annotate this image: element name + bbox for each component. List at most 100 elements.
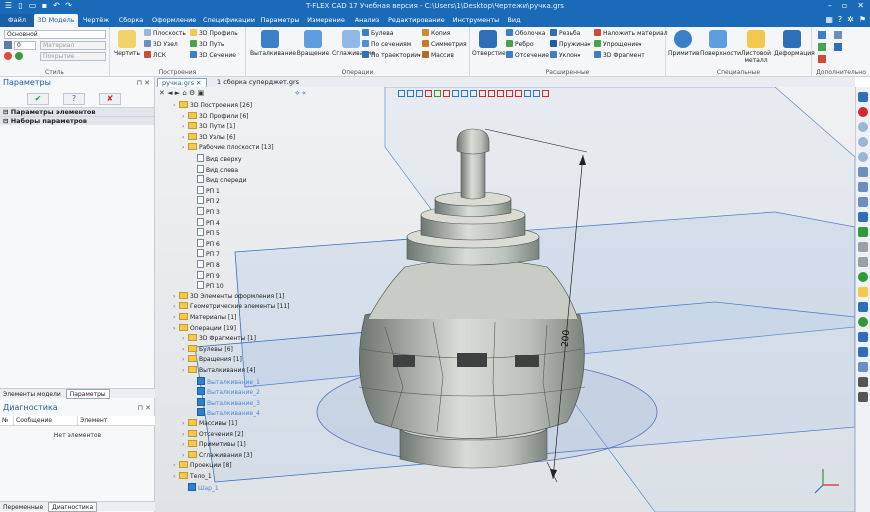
tree-item[interactable]: › Булевы [6] [182,344,233,355]
tree-item[interactable]: РП 1 [191,185,220,196]
lock-icon[interactable] [858,257,868,267]
select-icon[interactable] [542,90,549,97]
select-icon[interactable] [524,90,531,97]
window-icon[interactable] [858,347,868,357]
filter-icon[interactable] [416,90,423,97]
lcs-button[interactable]: ЛСК [144,51,166,61]
light-icon[interactable] [858,287,868,297]
tab-drawing[interactable]: Чертёж [82,14,110,27]
magnet-icon[interactable] [858,107,868,117]
tree-item[interactable]: РП 6 [191,238,220,249]
tree-item[interactable]: › 3D Пути [1] [182,122,235,132]
section-param-sets[interactable]: ⊟ Наборы параметров [0,116,154,125]
tab-variables[interactable]: Переменные [0,503,46,512]
rotate-button[interactable]: Вращение [296,30,330,57]
selection-filter-icon[interactable]: ⟡ « [295,89,306,97]
tree-item[interactable]: › Проекции [8] [173,461,232,471]
layers-icon[interactable] [858,362,868,372]
rotate-axis-icon[interactable] [858,197,868,207]
doc-tab[interactable]: 1 сборка суперджет.grs [213,78,303,87]
level-select[interactable]: 0 [14,41,36,50]
tree-item[interactable]: › Материалы [1] [173,313,236,323]
render-icon[interactable] [858,272,868,282]
tree-item[interactable]: › Примитивы [1] [182,440,246,450]
help-icon[interactable]: ? [838,15,842,24]
filter-icon[interactable] [425,90,432,97]
tree-item[interactable]: › Геометрические элементы [11] [173,302,290,312]
surfaces-button[interactable]: Поверхности [700,30,741,57]
tree-item[interactable]: Вид спереди [191,175,247,185]
minimize-icon[interactable]: – [828,1,832,10]
tree-item[interactable]: Выталкивание_3 [191,397,260,408]
zoom-window-icon[interactable] [858,152,868,162]
tree-item[interactable]: Вид слева [191,164,238,175]
select-icon[interactable] [470,90,477,97]
home-icon[interactable]: ⌂ [182,89,186,97]
forward-icon[interactable]: ► [175,89,180,97]
cut-button[interactable]: Отсечение [506,51,549,61]
sweep-button[interactable]: По траектории [362,51,421,61]
tab-parameters-panel[interactable]: Параметры [65,389,110,399]
hole-button[interactable]: Отверстие [472,30,506,57]
tree-item[interactable]: РП 2 [191,196,220,206]
sheet-metal-button[interactable]: Листовой металл [738,30,774,64]
tab-diagnostics[interactable]: Диагностика [48,502,98,512]
cancel-button[interactable]: ✘ [99,93,121,105]
extra-tool-icon[interactable] [818,55,826,63]
boolean-button[interactable]: Булева [362,29,393,39]
doc-tab-active[interactable]: ручка.grs ✕ [157,78,207,87]
3d-path-button[interactable]: 3D Путь [190,40,224,50]
extrude-button[interactable]: Выталкивание [250,30,296,57]
extra-tool-icon[interactable] [834,31,842,39]
symmetry-button[interactable]: Симметрия [422,40,467,50]
tree-item[interactable]: РП 3 [191,207,220,217]
tree-item[interactable]: РП 10 [191,281,224,291]
extra-tool-icon[interactable] [818,31,826,39]
filter-icon[interactable] [398,90,405,97]
section-view-icon[interactable] [858,242,868,252]
cross-icon[interactable] [443,90,450,97]
primitive-button[interactable]: Примитив [668,30,700,57]
3d-fragment-button[interactable]: 3D Фрагмент [594,51,645,61]
ok-button[interactable]: ✔ [27,93,49,105]
tree-item[interactable]: › 3D Профили [6] [182,111,249,122]
spring-button[interactable]: Пружина [550,40,590,50]
layer-select[interactable]: Основной [4,30,106,39]
pan-icon[interactable] [858,182,868,192]
select-icon[interactable] [506,90,513,97]
3d-section-button[interactable]: 3D Сечение [190,51,236,61]
tab-file[interactable]: Файл [0,14,34,27]
tree-item[interactable]: Шар_1 [182,482,219,493]
select-icon[interactable] [461,90,468,97]
extra-tool-icon[interactable] [834,43,842,51]
text-icon[interactable] [858,377,868,387]
view-switch-icon[interactable]: ▦ [825,15,833,24]
apply-material-button[interactable]: Наложить материал [594,29,668,39]
globe-icon[interactable] [858,317,868,327]
back-icon[interactable]: ◄ [167,89,172,97]
orient-icon[interactable] [858,227,868,237]
select-icon[interactable] [479,90,486,97]
deformation-button[interactable]: Деформация [774,30,815,57]
tab-3d-model[interactable]: 3D Модель [34,14,78,27]
tree-item[interactable]: › Тело_1 [173,472,212,482]
copy-button[interactable]: Копия [422,29,450,39]
tree-item[interactable]: › Сглаживания [3] [182,450,252,461]
array-button[interactable]: Массив [422,51,454,61]
simplify-button[interactable]: Упрощение [594,40,641,50]
3d-node-button[interactable]: 3D Узел [144,40,178,50]
rib-button[interactable]: Ребро [506,40,534,50]
section-element-params[interactable]: ⊟ Параметры элементов [0,107,154,116]
tab-model-elements[interactable]: Элементы модели [0,390,64,400]
tree-item[interactable]: › 3D Фрагменты [1] [182,334,256,344]
extra-tool-icon[interactable] [818,43,826,51]
tree-item[interactable]: Выталкивание_1 [191,376,260,387]
tree-item[interactable]: › 3D Элементы оформления [1] [173,291,285,302]
window-icon[interactable] [858,92,868,102]
tree-item[interactable]: РП 9 [191,270,220,281]
tree-item[interactable]: › Вращения [1] [182,355,242,365]
shell-button[interactable]: Оболочка [506,29,545,39]
select-icon[interactable] [488,90,495,97]
close-icon[interactable]: ✕ [159,89,165,97]
tree-item[interactable]: › Массивы [1] [182,419,237,429]
